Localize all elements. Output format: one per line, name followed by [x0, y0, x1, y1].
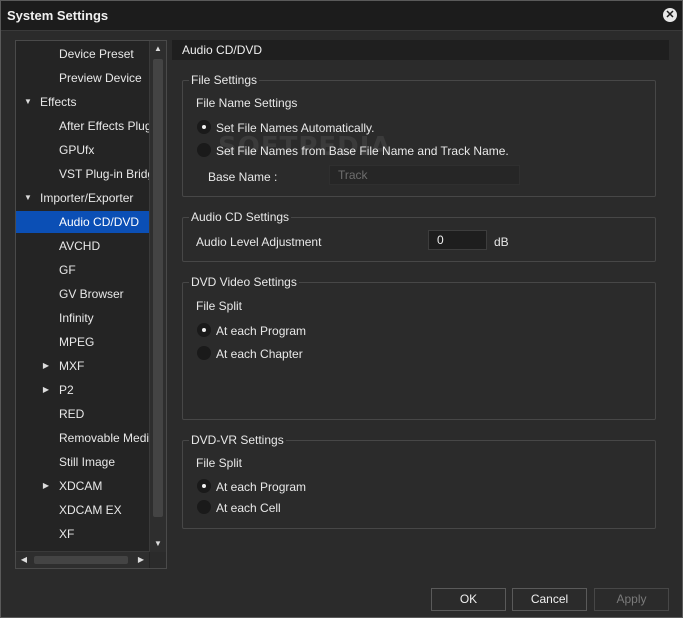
tree-item-mpeg[interactable]: MPEG: [16, 331, 149, 353]
audio-level-unit: dB: [494, 235, 509, 249]
tree-item-label: XDCAM: [59, 479, 103, 493]
tree-item-avchd[interactable]: AVCHD: [16, 235, 149, 257]
apply-button[interactable]: Apply: [594, 588, 669, 611]
tree-item-gv-browser[interactable]: GV Browser: [16, 283, 149, 305]
dvd-vr-settings-title: DVD-VR Settings: [189, 433, 286, 447]
tree-item-label: Removable Media: [59, 431, 156, 445]
tree-item-gpufx[interactable]: GPUfx: [16, 139, 149, 161]
panel-title: Audio CD/DVD: [172, 40, 669, 60]
tree-item-gf[interactable]: GF: [16, 259, 149, 281]
tree-item-label: Audio CD/DVD: [59, 215, 140, 229]
set-file-names-base-radio[interactable]: [197, 143, 211, 157]
tree-item-preview-device[interactable]: Preview Device: [16, 67, 149, 89]
tree-item-effects[interactable]: ▼ Effects: [16, 91, 149, 113]
dvd-video-at-each-chapter-label[interactable]: At each Chapter: [216, 347, 303, 361]
set-file-names-auto-radio[interactable]: [197, 120, 211, 134]
scroll-up-icon[interactable]: ▲: [150, 41, 166, 57]
tree-item-xdcam[interactable]: ▶ XDCAM: [16, 475, 149, 497]
tree-item-label: GV Browser: [59, 287, 124, 301]
audio-level-label: Audio Level Adjustment: [196, 235, 322, 249]
tree-item-label: P2: [59, 383, 74, 397]
dvd-video-at-each-chapter-radio[interactable]: [197, 346, 211, 360]
vertical-scroll-thumb[interactable]: [153, 59, 163, 517]
base-name-field[interactable]: Track: [329, 165, 520, 185]
audio-cd-settings-title: Audio CD Settings: [189, 210, 292, 224]
dvd-vr-file-split-label: File Split: [196, 456, 243, 470]
tree-item-importer-exporter[interactable]: ▼ Importer/Exporter: [16, 187, 149, 209]
tree-item-p2[interactable]: ▶ P2: [16, 379, 149, 401]
dvd-video-at-each-program-label[interactable]: At each Program: [216, 324, 306, 338]
dvd-video-settings-title: DVD Video Settings: [189, 275, 299, 289]
expand-down-icon[interactable]: ▼: [23, 187, 33, 209]
tree-item-removable-media[interactable]: Removable Media: [16, 427, 156, 449]
scroll-right-icon[interactable]: ▶: [133, 552, 149, 568]
tree-item-label: RED: [59, 407, 85, 421]
tree-item-vst-plug-in-bridge[interactable]: VST Plug-in Bridge: [16, 163, 161, 185]
tree-item-label: After Effects Plug-: [59, 119, 156, 133]
tree-item-device-preset[interactable]: Device Preset: [16, 43, 149, 65]
dvd-vr-at-each-cell-radio[interactable]: [197, 500, 211, 514]
expand-down-icon[interactable]: ▼: [23, 91, 33, 113]
audio-level-input[interactable]: 0: [428, 230, 487, 250]
tree-item-label: Preview Device: [59, 71, 142, 85]
tree-item-xdcam-ex[interactable]: XDCAM EX: [16, 499, 149, 521]
scroll-corner: [150, 552, 166, 568]
scroll-left-icon[interactable]: ◀: [16, 552, 32, 568]
tree-item-label: AVCHD: [59, 239, 101, 253]
cancel-button[interactable]: Cancel: [512, 588, 587, 611]
set-file-names-base-label[interactable]: Set File Names from Base File Name and T…: [216, 144, 509, 158]
dvd-video-file-split-label: File Split: [196, 299, 243, 313]
scroll-down-icon[interactable]: ▼: [150, 536, 166, 552]
expand-right-icon[interactable]: ▶: [41, 355, 51, 377]
dvd-video-at-each-program-radio[interactable]: [197, 323, 211, 337]
tree-item-label: GF: [59, 263, 76, 277]
tree-item-still-image[interactable]: Still Image: [16, 451, 149, 473]
tree-item-label: Still Image: [59, 455, 116, 469]
window-title: System Settings: [7, 8, 109, 23]
tree-item-mxf[interactable]: ▶ MXF: [16, 355, 149, 377]
tree-item-label: Effects: [40, 95, 77, 109]
tree-item-label: XF: [59, 527, 75, 541]
tree-item-infinity[interactable]: Infinity: [16, 307, 149, 329]
dvd-vr-at-each-program-label[interactable]: At each Program: [216, 480, 306, 494]
dvd-vr-at-each-program-radio[interactable]: [197, 479, 211, 493]
tree-vertical-scrollbar[interactable]: ▲ ▼: [149, 41, 166, 552]
file-name-settings-label: File Name Settings: [196, 96, 298, 110]
tree-item-label: Importer/Exporter: [40, 191, 134, 205]
ok-button[interactable]: OK: [431, 588, 506, 611]
tree-horizontal-scrollbar[interactable]: ◀ ▶: [16, 551, 149, 568]
tree-item-label: Device Preset: [59, 47, 134, 61]
settings-tree: Device Preset Preview Device ▼ Effects After…: [15, 40, 167, 569]
tree-item-red[interactable]: RED: [16, 403, 149, 425]
tree-item-label: Infinity: [59, 311, 94, 325]
expand-right-icon[interactable]: ▶: [41, 475, 51, 497]
tree-item-label: MPEG: [59, 335, 95, 349]
horizontal-scroll-thumb[interactable]: [34, 556, 128, 564]
tree-item-after-effects-plug[interactable]: After Effects Plug-: [16, 115, 156, 137]
title-bar[interactable]: System Settings ✕: [1, 1, 682, 31]
base-name-label: Base Name :: [208, 170, 278, 184]
close-icon[interactable]: ✕: [663, 8, 677, 22]
dvd-vr-at-each-cell-label[interactable]: At each Cell: [216, 501, 281, 515]
tree-item-label: XDCAM EX: [59, 503, 122, 517]
tree-item-label: MXF: [59, 359, 85, 373]
tree-item-xf[interactable]: XF: [16, 523, 149, 545]
expand-right-icon[interactable]: ▶: [41, 379, 51, 401]
set-file-names-auto-label[interactable]: Set File Names Automatically.: [216, 121, 375, 135]
tree-item-label: GPUfx: [59, 143, 95, 157]
tree-item-audio-cd-dvd[interactable]: Audio CD/DVD: [16, 211, 149, 233]
file-settings-title: File Settings: [189, 73, 260, 87]
tree-item-label: VST Plug-in Bridge: [59, 167, 161, 181]
system-settings-window: System Settings ✕ Device Preset Preview D…: [0, 0, 683, 618]
